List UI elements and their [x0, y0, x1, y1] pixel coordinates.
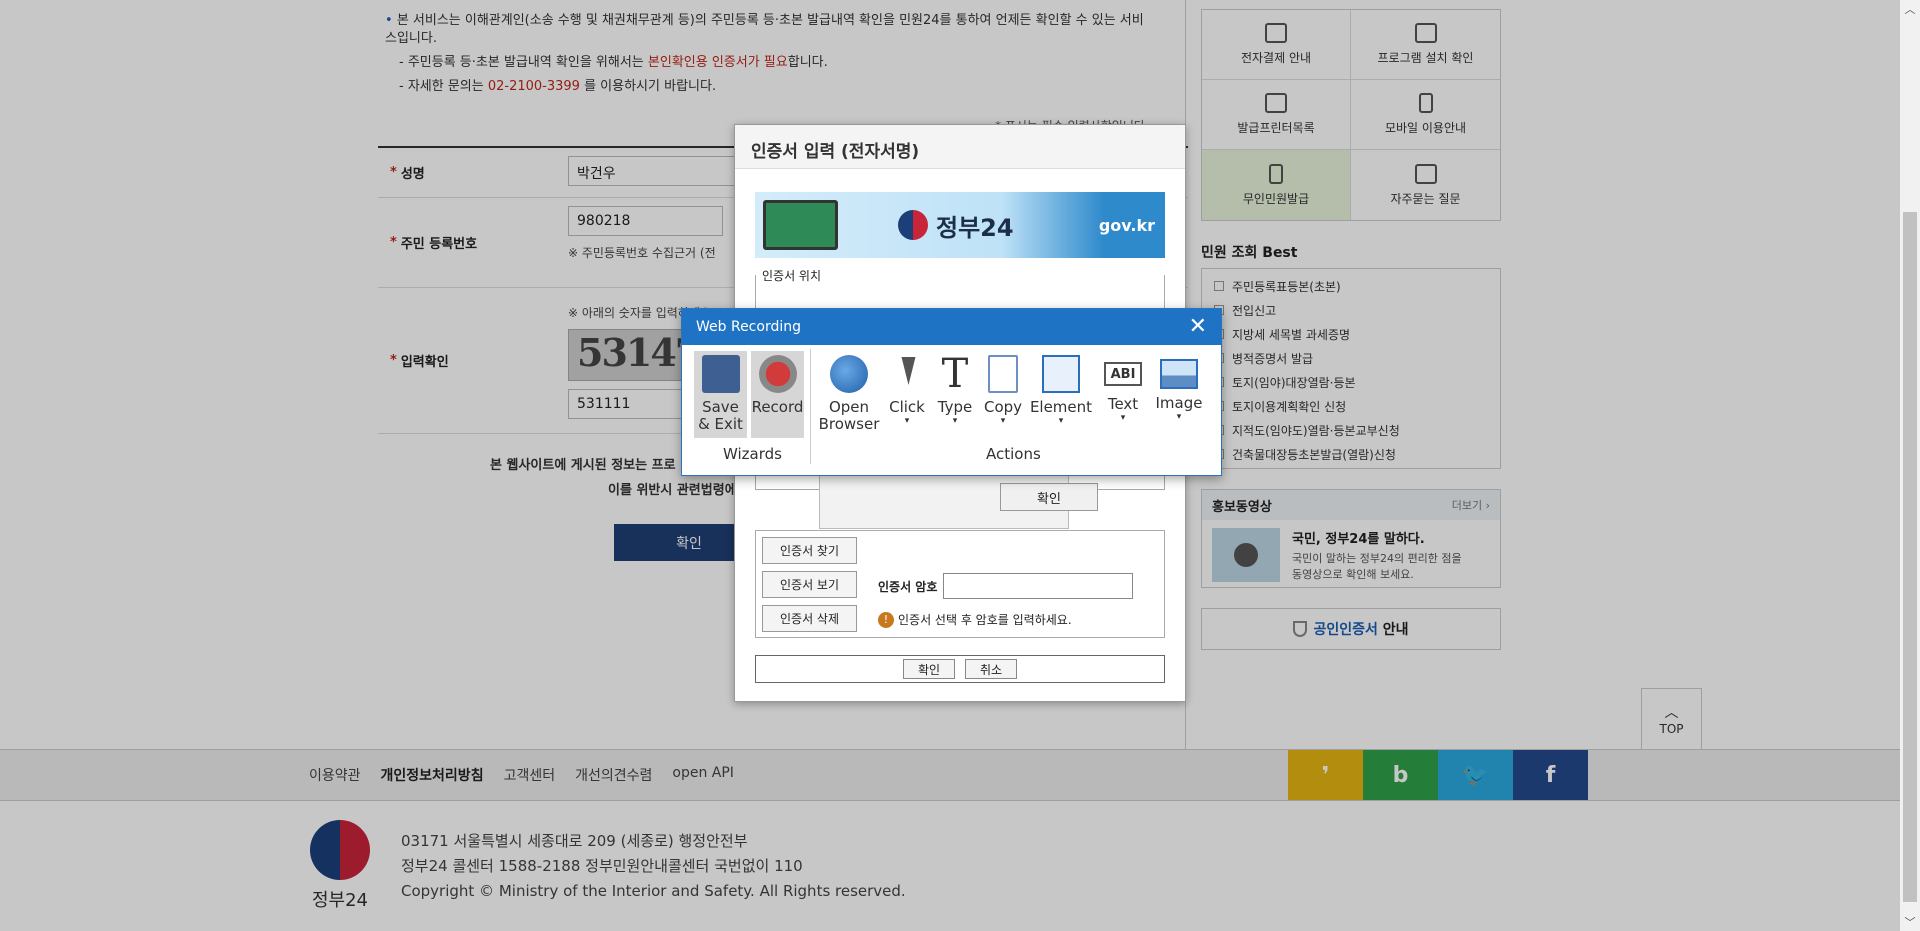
exclamation-icon: ! [878, 611, 894, 628]
record-icon [758, 355, 797, 393]
cert-password-hint: ! 인증서 선택 후 암호를 입력하세요. [878, 611, 1072, 628]
actions-group: Open Browser Click ▾ T Type ▾ Copy ▾ Ele… [815, 351, 1207, 433]
image-icon [1160, 359, 1198, 389]
cert-dialog-title: 인증서 입력 (전자서명) [735, 125, 1185, 169]
cert-cancel-button[interactable]: 취소 [965, 659, 1017, 679]
scroll-down-icon[interactable]: ﹀ [1900, 913, 1920, 931]
cert-controls: 인증서 찾기 인증서 보기 인증서 삭제 인증서 암호 ! 인증서 선택 후 암… [755, 530, 1165, 638]
view-cert-button[interactable]: 인증서 보기 [762, 571, 857, 598]
page: • 본 서비스는 이해관계인(소송 수행 및 채권채무관계 등)의 주민등록 등… [0, 0, 1920, 931]
element-icon [1042, 355, 1080, 393]
record-button[interactable]: Record [751, 351, 804, 438]
scroll-up-icon[interactable]: ︿ [1900, 0, 1920, 18]
chevron-down-icon: ▾ [1000, 416, 1006, 426]
element-button[interactable]: Element ▾ [1027, 351, 1095, 433]
floppy-icon [701, 355, 740, 393]
group-separator [810, 349, 811, 464]
find-cert-button[interactable]: 인증서 찾기 [762, 537, 857, 564]
banner-brand: 정부24 [936, 213, 1014, 242]
text-button[interactable]: ABI Text ▾ [1095, 351, 1151, 433]
chevron-down-icon: ▾ [904, 416, 910, 426]
cert-password-label: 인증서 암호 [878, 579, 938, 594]
click-button[interactable]: Click ▾ [883, 351, 931, 433]
copy-icon [988, 355, 1018, 393]
save-exit-button[interactable]: Save & Exit [694, 351, 747, 438]
scrollbar-thumb[interactable] [1903, 212, 1917, 902]
open-browser-button[interactable]: Open Browser [815, 351, 883, 433]
vertical-scrollbar[interactable]: ︿ ﹀ [1900, 0, 1920, 931]
copy-button[interactable]: Copy ▾ [979, 351, 1027, 433]
actions-label: Actions [986, 445, 1041, 463]
cursor-icon [888, 355, 926, 393]
delete-cert-button[interactable]: 인증서 삭제 [762, 605, 857, 632]
cert-ok-button[interactable]: 확인 [903, 659, 955, 679]
cert-action-bar: 확인 취소 [755, 655, 1165, 683]
close-icon[interactable]: ✕ [1189, 316, 1207, 338]
web-recording-window: Web Recording ✕ Save & Exit Record Wizar… [681, 308, 1222, 476]
chevron-down-icon: ▾ [1120, 413, 1126, 423]
banner-gov: gov.kr [1098, 215, 1155, 235]
wizards-group: Save & Exit Record [694, 351, 807, 438]
web-recording-titlebar: Web Recording ✕ [682, 309, 1221, 345]
type-button[interactable]: T Type ▾ [931, 351, 979, 433]
sub-ok-button[interactable]: 확인 [1000, 483, 1098, 511]
image-button[interactable]: Image ▾ [1151, 351, 1207, 433]
web-recording-title: Web Recording [696, 319, 801, 335]
cert-banner: 정부24 gov.kr [755, 192, 1165, 258]
wizards-label: Wizards [723, 445, 782, 463]
computer-icon [763, 200, 838, 250]
chevron-down-icon: ▾ [952, 416, 958, 426]
chevron-down-icon: ▾ [1058, 416, 1064, 426]
type-icon: T [941, 351, 969, 397]
taegeuk-icon [898, 210, 928, 240]
text-icon: ABI [1104, 362, 1142, 386]
cert-password-input[interactable] [943, 573, 1134, 599]
cert-location-label: 인증서 위치 [760, 267, 824, 284]
globe-icon [830, 355, 868, 393]
chevron-down-icon: ▾ [1176, 412, 1182, 422]
